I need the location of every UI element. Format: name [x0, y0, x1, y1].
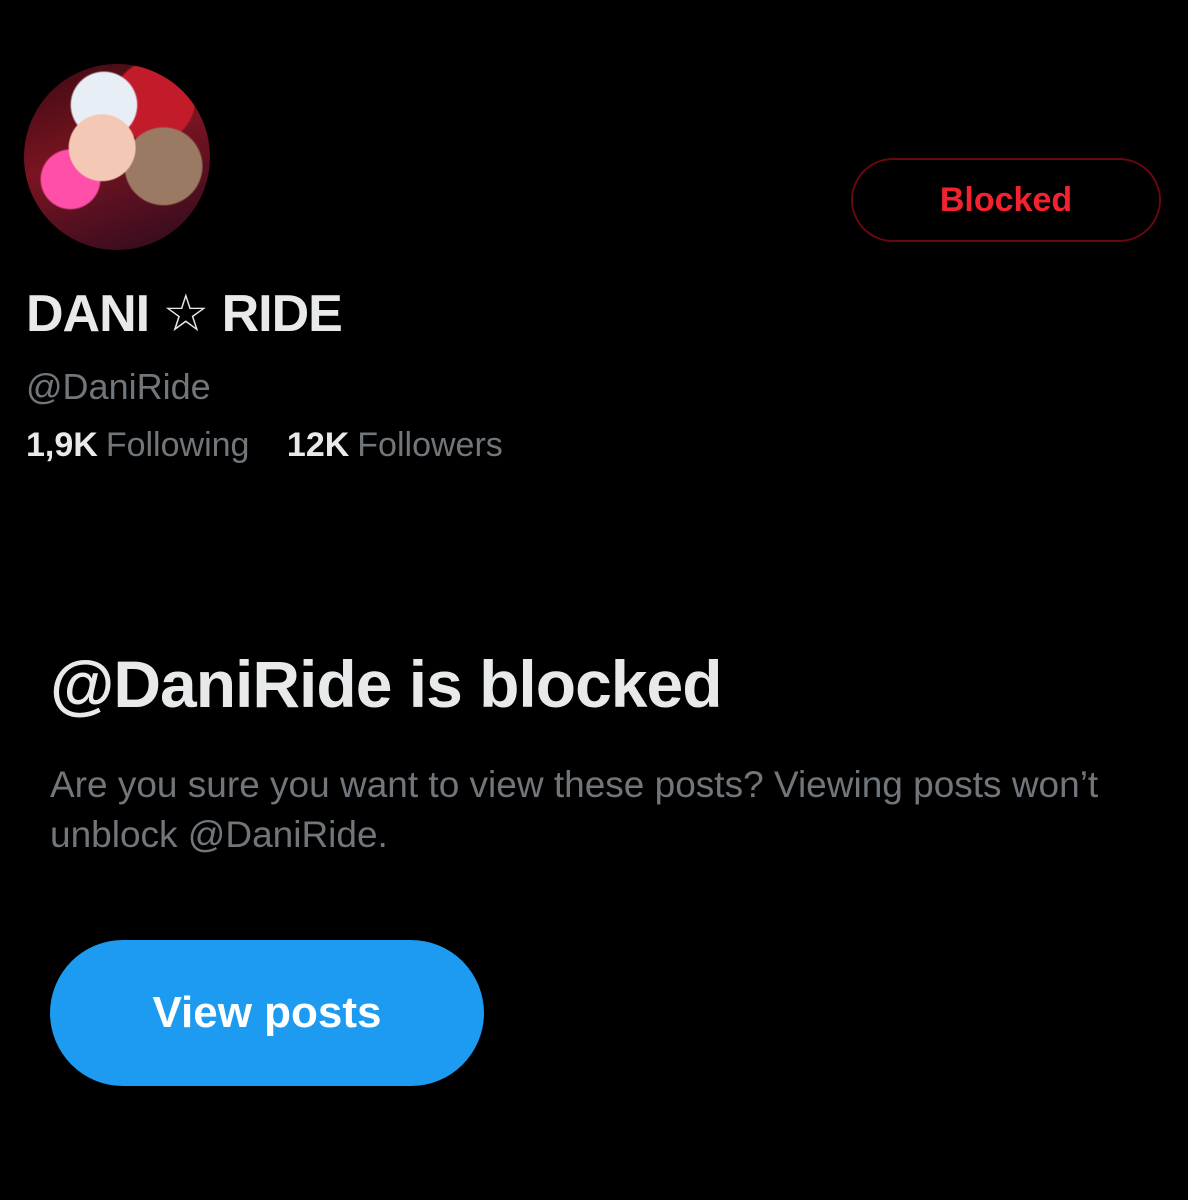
following-label: Following: [105, 426, 250, 464]
profile-handle: @DaniRide: [26, 366, 211, 407]
following-stat[interactable]: 1,9K Following: [26, 426, 249, 465]
follow-stats: 1,9K Following 12K Followers: [26, 426, 503, 465]
followers-stat[interactable]: 12K Followers: [287, 426, 503, 465]
blocked-button[interactable]: Blocked: [851, 158, 1161, 242]
following-count: 1,9K: [26, 426, 98, 464]
blocked-notice-description: Are you sure you want to view these post…: [50, 764, 1099, 855]
followers-count: 12K: [286, 426, 350, 464]
display-name: DANI ☆ RIDE: [26, 285, 343, 343]
view-posts-button[interactable]: View posts: [50, 940, 484, 1086]
profile-avatar[interactable]: [24, 64, 210, 250]
followers-label: Followers: [357, 426, 503, 464]
blocked-notice-title: @DaniRide is blocked: [50, 647, 723, 721]
